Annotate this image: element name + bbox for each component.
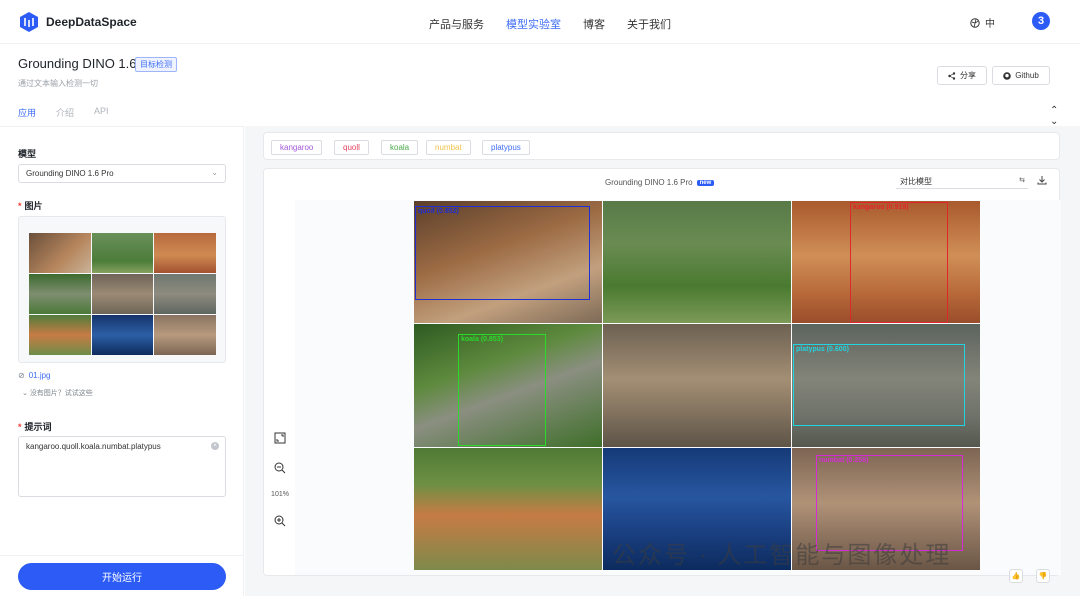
photo-koala: koala (0.853) — [414, 324, 602, 447]
chip-koala[interactable]: koala — [381, 140, 419, 155]
photo-dingo — [414, 447, 602, 570]
compare-placeholder: 对比模型 — [900, 177, 932, 186]
chevron-down-icon: ⌄ — [22, 390, 30, 397]
photo-quoll: quoll (0.852) — [414, 201, 602, 324]
required-mark: * — [18, 422, 22, 432]
github-icon — [1003, 71, 1012, 80]
zoom-level: 101% — [271, 491, 289, 498]
divider — [0, 555, 244, 556]
label-chips-bar: kangaroo quoll koala numbat platypus — [263, 132, 1060, 160]
thumb-shark — [91, 315, 154, 355]
chip-platypus[interactable]: platypus — [482, 140, 530, 155]
download-icon[interactable] — [1037, 175, 1047, 187]
fit-screen-icon[interactable] — [273, 431, 287, 445]
globe-icon — [970, 17, 980, 28]
photo-kangaroo: kangaroo (0.919) — [792, 201, 980, 324]
zoom-out-icon[interactable] — [273, 461, 287, 475]
bbox-quoll-label: quoll (0.852) — [418, 208, 459, 215]
language-label: 中 — [985, 19, 995, 30]
prompt-text: kangaroo.quoll.koala.numbat.platypus — [26, 442, 161, 451]
zoom-toolbar: 101% — [270, 431, 290, 528]
brand-logo[interactable]: DeepDataSpace — [18, 11, 137, 33]
thumb-platypus — [154, 274, 216, 314]
prompt-label: 提示词 — [24, 422, 52, 432]
model-select-value: Grounding DINO 1.6 Pro — [26, 169, 114, 178]
share-icon — [948, 71, 956, 80]
bbox-platypus: platypus (0.600) — [793, 344, 965, 427]
watermark-text: 公众号 · 人工智能与图像处理 — [612, 542, 952, 569]
new-badge: new — [696, 179, 715, 186]
thumbs-up-icon[interactable]: 👍 — [1009, 569, 1023, 583]
sample-images-hint[interactable]: ⌄ 没有图片？试试这些 — [22, 388, 93, 398]
chevron-down-icon: ⌄ — [211, 168, 218, 177]
image-thumbnail — [29, 233, 216, 355]
logo-icon — [20, 12, 38, 32]
category-tag: 目标检测 — [135, 57, 177, 72]
zoom-in-icon[interactable] — [273, 514, 287, 528]
bbox-quoll: quoll (0.852) — [415, 206, 590, 300]
thumb-koala — [29, 274, 91, 314]
thumb-quoll — [29, 233, 91, 273]
photo-emu — [603, 201, 791, 324]
thumb-numbat — [154, 315, 216, 355]
bbox-kangaroo-label: kangaroo (0.919) — [853, 204, 909, 211]
result-card: Grounding DINO 1.6 Pro new 对比模型 ⇆ 101% q… — [263, 168, 1061, 583]
share-button[interactable]: 分享 — [937, 66, 987, 85]
file-link[interactable]: ⊘ 01.jpg — [18, 371, 51, 380]
bbox-koala-label: koala (0.853) — [461, 336, 504, 344]
thumbs-down-icon[interactable]: 👎 — [1036, 569, 1050, 583]
chip-numbat[interactable]: numbat — [426, 140, 471, 155]
github-button[interactable]: Github — [992, 66, 1050, 85]
main-nav: 产品与服务 模型实验室 博客 关于我们 — [429, 16, 671, 32]
thumb-quokka — [91, 274, 154, 314]
page-subtitle: 通过文本输入检测一切 — [18, 79, 98, 88]
github-label: Github — [1015, 71, 1039, 80]
thumb-emu — [91, 233, 154, 273]
result-panel: kangaroo quoll koala numbat platypus Gro… — [245, 126, 1080, 596]
image-label: 图片 — [24, 201, 43, 211]
photo-platypus: platypus (0.600) — [792, 324, 980, 447]
collapse-icon[interactable]: ⌃ ⌄ — [1050, 105, 1058, 127]
file-name: 01.jpg — [28, 371, 51, 380]
language-switch[interactable]: 中 — [970, 15, 995, 30]
required-mark: * — [18, 201, 22, 211]
model-label: 模型 — [18, 149, 37, 159]
result-title: Grounding DINO 1.6 Pro new — [605, 178, 715, 187]
share-label: 分享 — [960, 71, 976, 80]
prompt-label-row: * 提示词 — [18, 420, 52, 433]
nav-item-about[interactable]: 关于我们 — [627, 16, 671, 32]
bbox-platypus-label: platypus (0.600) — [796, 346, 849, 354]
detection-image-grid: quoll (0.852) kangaroo (0.919) koala (0.… — [414, 201, 980, 570]
top-navbar: DeepDataSpace 产品与服务 模型实验室 博客 关于我们 中 3 — [0, 0, 1080, 44]
swap-icon: ⇆ — [1019, 177, 1025, 184]
compare-model-select[interactable]: 对比模型 ⇆ — [896, 175, 1028, 189]
brand-name: DeepDataSpace — [46, 15, 137, 29]
bbox-koala: koala (0.853) — [458, 334, 546, 447]
nav-item-products[interactable]: 产品与服务 — [429, 16, 484, 32]
clear-icon[interactable]: × — [211, 442, 219, 450]
bbox-kangaroo: kangaroo (0.919) — [850, 202, 948, 323]
nav-item-model-lab[interactable]: 模型实验室 — [506, 16, 561, 32]
prompt-input[interactable]: kangaroo.quoll.koala.numbat.platypus × — [18, 436, 226, 497]
chip-quoll[interactable]: quoll — [334, 140, 369, 155]
result-model-name: Grounding DINO 1.6 Pro — [605, 178, 693, 187]
nav-item-blog[interactable]: 博客 — [583, 16, 605, 32]
run-button[interactable]: 开始运行 — [18, 563, 226, 590]
chip-kangaroo[interactable]: kangaroo — [271, 140, 323, 155]
thumb-dingo — [29, 315, 91, 355]
photo-quokka — [603, 324, 791, 447]
user-avatar[interactable]: 3 — [1032, 12, 1050, 30]
image-upload-area[interactable] — [18, 216, 226, 363]
hint-text: 没有图片？试试这些 — [29, 390, 93, 397]
thumb-kangaroo — [154, 233, 216, 273]
image-label-row: * 图片 — [18, 199, 43, 212]
paperclip-icon: ⊘ — [18, 371, 25, 380]
model-select[interactable]: Grounding DINO 1.6 Pro ⌄ — [18, 164, 226, 183]
page-title: Grounding DINO 1.6 — [18, 56, 137, 71]
bbox-numbat-label: numbat (0.258) — [819, 456, 869, 464]
left-panel: 模型 Grounding DINO 1.6 Pro ⌄ * 图片 ⊘ 01.jpg… — [0, 126, 244, 596]
